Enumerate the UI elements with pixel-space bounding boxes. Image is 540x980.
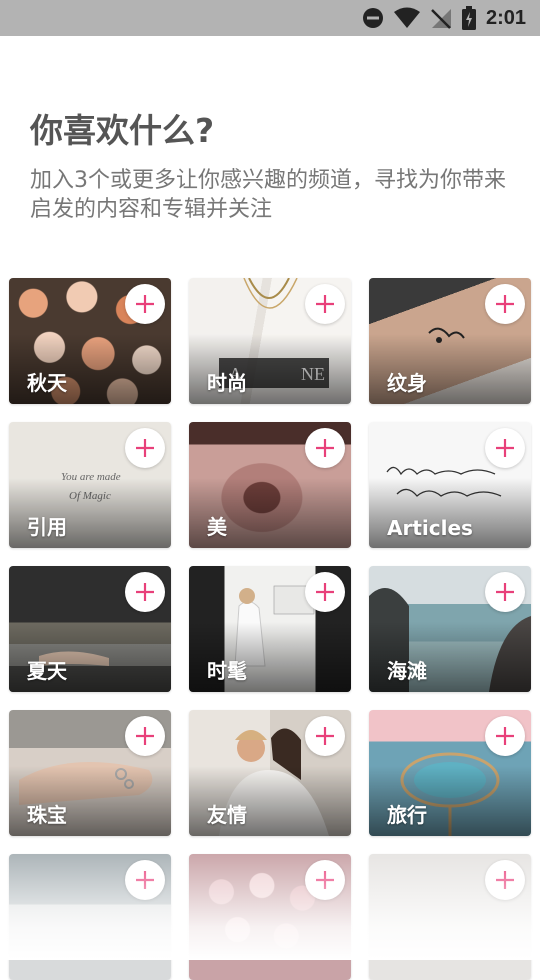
topic-card-fashion[interactable]: A NE 时尚	[189, 278, 351, 404]
add-topic-button[interactable]	[305, 572, 345, 612]
plus-icon	[136, 439, 154, 457]
status-time: 2:01	[485, 6, 526, 29]
plus-icon	[496, 727, 514, 745]
add-topic-button[interactable]	[125, 716, 165, 756]
add-topic-button[interactable]	[125, 428, 165, 468]
topic-card-partial-2[interactable]	[189, 854, 351, 980]
topic-grid: 秋天 A NE 时尚 纹身	[9, 278, 531, 980]
topic-card-friendship[interactable]: 友情	[189, 710, 351, 836]
topic-label: 海滩	[387, 659, 427, 683]
topic-label: 友情	[207, 803, 247, 827]
add-topic-button[interactable]	[125, 284, 165, 324]
page-subtitle: 加入3个或更多让你感兴趣的频道，寻找为你带来启发的内容和专辑并关注	[30, 168, 506, 222]
topic-label: 夏天	[27, 659, 67, 683]
add-topic-button[interactable]	[125, 860, 165, 900]
plus-icon	[136, 583, 154, 601]
add-topic-button[interactable]	[305, 284, 345, 324]
topic-label: 旅行	[387, 803, 427, 827]
plus-icon	[316, 583, 334, 601]
add-topic-button[interactable]	[485, 572, 525, 612]
plus-icon	[496, 871, 514, 889]
topic-card-beach[interactable]: 海滩	[369, 566, 531, 692]
topic-label: Articles	[387, 516, 473, 540]
plus-icon	[316, 871, 334, 889]
add-topic-button[interactable]	[305, 428, 345, 468]
plus-icon	[136, 871, 154, 889]
topic-label: 珠宝	[27, 803, 67, 827]
topic-card-partial-1[interactable]	[9, 854, 171, 980]
topic-card-travel[interactable]: 旅行	[369, 710, 531, 836]
add-topic-button[interactable]	[305, 860, 345, 900]
topic-label: 美	[207, 515, 227, 539]
topic-card-partial-3[interactable]	[369, 854, 531, 980]
page-title: 你喜欢什么?	[30, 111, 215, 150]
add-topic-button[interactable]	[125, 572, 165, 612]
add-topic-button[interactable]	[485, 716, 525, 756]
topic-label: 时髦	[207, 659, 247, 683]
topic-card-chic[interactable]: 时髦	[189, 566, 351, 692]
plus-icon	[316, 295, 334, 313]
topic-label: 时尚	[207, 371, 247, 395]
status-bar: 2:01	[0, 0, 540, 36]
topic-card-tattoo[interactable]: 纹身	[369, 278, 531, 404]
add-topic-button[interactable]	[485, 428, 525, 468]
plus-icon	[316, 439, 334, 457]
topic-label: 秋天	[27, 371, 67, 395]
do-not-disturb-icon	[362, 7, 384, 29]
topic-card-jewelry[interactable]: 珠宝	[9, 710, 171, 836]
plus-icon	[496, 439, 514, 457]
wifi-icon	[393, 7, 420, 29]
topic-label: 纹身	[387, 371, 427, 395]
add-topic-button[interactable]	[305, 716, 345, 756]
topic-label: 引用	[27, 515, 67, 539]
battery-charging-icon	[461, 6, 476, 30]
add-topic-button[interactable]	[485, 284, 525, 324]
plus-icon	[496, 295, 514, 313]
topic-card-beauty[interactable]: 美	[189, 422, 351, 548]
no-signal-icon	[430, 7, 452, 29]
topic-card-quotes[interactable]: You are made Of Magic 引用	[9, 422, 171, 548]
add-topic-button[interactable]	[485, 860, 525, 900]
plus-icon	[136, 727, 154, 745]
plus-icon	[496, 583, 514, 601]
topic-card-autumn[interactable]: 秋天	[9, 278, 171, 404]
plus-icon	[136, 295, 154, 313]
topic-card-articles[interactable]: Articles	[369, 422, 531, 548]
plus-icon	[316, 727, 334, 745]
topic-card-summer[interactable]: 夏天	[9, 566, 171, 692]
